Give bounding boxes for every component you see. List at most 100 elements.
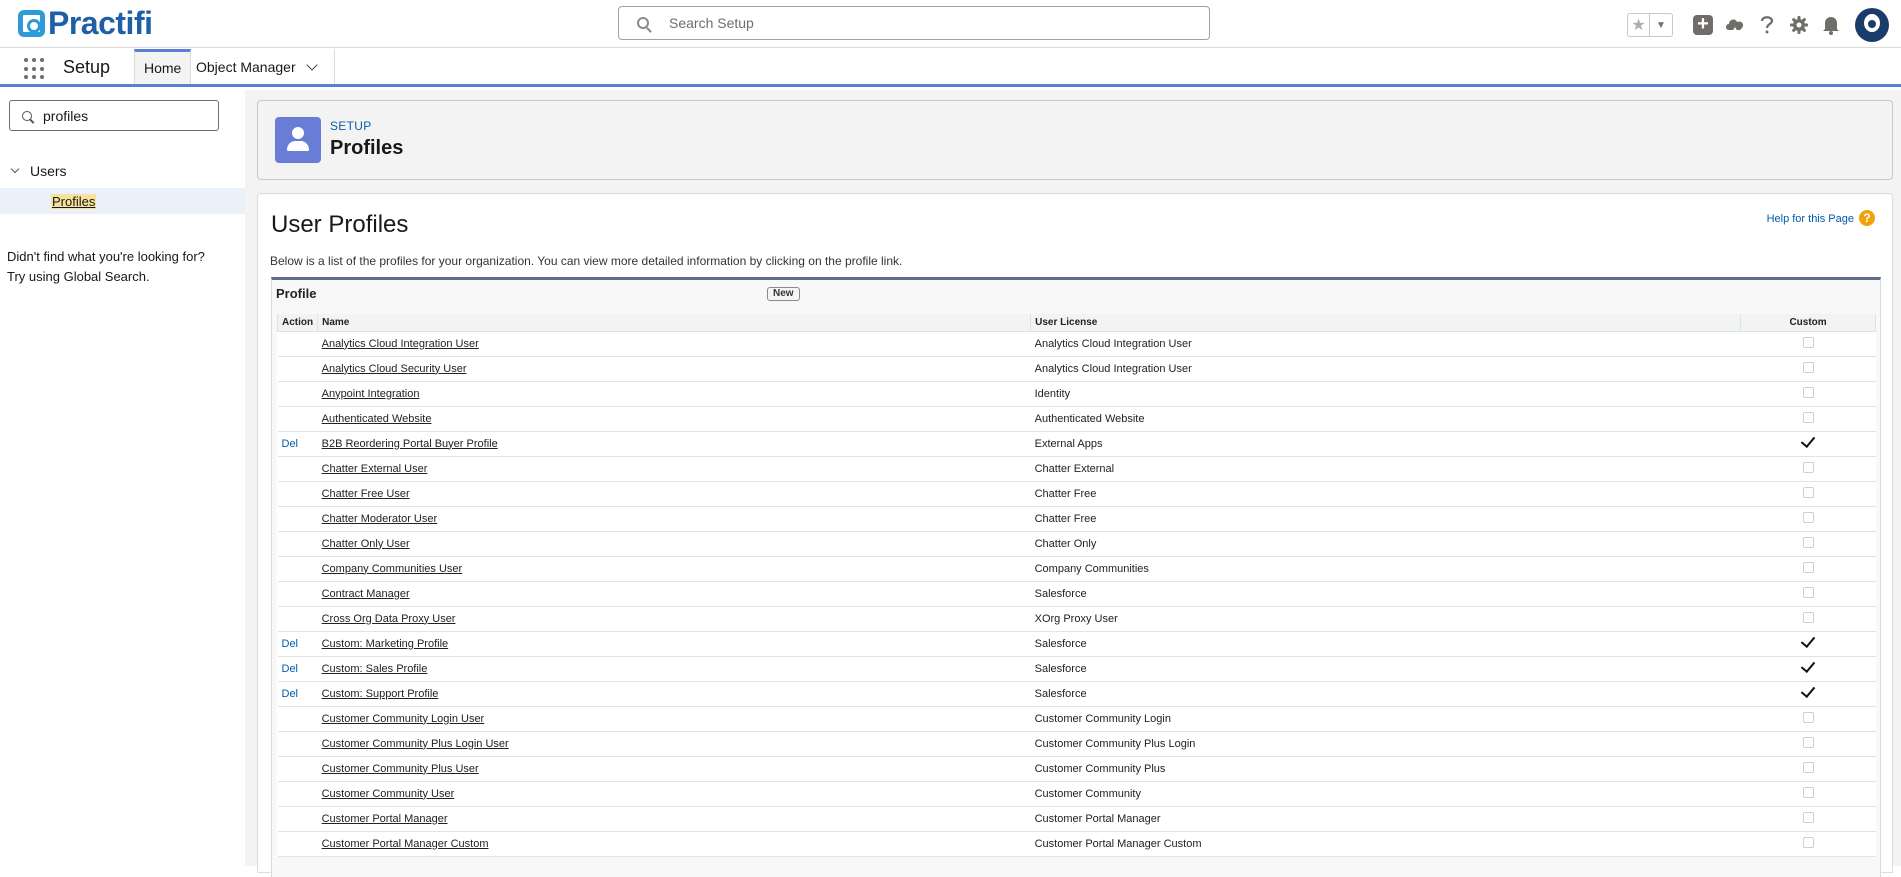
profile-name-link[interactable]: Chatter Only User bbox=[322, 538, 410, 550]
tab-object-manager[interactable]: Object Manager bbox=[187, 49, 335, 84]
delete-link[interactable]: Del bbox=[282, 638, 299, 650]
table-row: Del B2B Reordering Portal Buyer Profile Ex… bbox=[277, 431, 1876, 457]
profile-name-link[interactable]: Analytics Cloud Security User bbox=[322, 363, 467, 375]
page-title: Profiles bbox=[330, 137, 404, 159]
delete-link[interactable]: Del bbox=[282, 438, 299, 450]
action-cell bbox=[277, 356, 318, 382]
checkmark-icon bbox=[1800, 682, 1816, 698]
setup-button[interactable] bbox=[1783, 9, 1815, 41]
trailhead-button[interactable] bbox=[1719, 9, 1751, 41]
profile-name-link[interactable]: Customer Portal Manager Custom bbox=[322, 838, 489, 850]
user-license-cell: Customer Portal Manager bbox=[1030, 806, 1741, 832]
global-search-input[interactable] bbox=[669, 15, 1169, 31]
profile-name-link[interactable]: Company Communities User bbox=[322, 563, 463, 575]
checkmark-icon bbox=[1800, 432, 1816, 448]
sidebar-item-profiles[interactable]: Profiles bbox=[0, 188, 245, 214]
user-license-cell: Chatter Free bbox=[1030, 481, 1741, 507]
unchecked-checkbox bbox=[1802, 486, 1814, 498]
delete-link[interactable]: Del bbox=[282, 688, 299, 700]
sidebar-group-users[interactable]: Users bbox=[10, 163, 67, 179]
profile-name-link[interactable]: Customer Community User bbox=[322, 788, 455, 800]
practifi-logo-icon bbox=[18, 9, 45, 37]
name-cell: Customer Community Login User bbox=[317, 706, 1031, 732]
not-found-hint: Didn't find what you're looking for? Try… bbox=[7, 247, 237, 287]
chevron-down-icon[interactable] bbox=[305, 58, 318, 71]
profile-name-link[interactable]: Customer Community Login User bbox=[322, 713, 485, 725]
name-cell: Analytics Cloud Integration User bbox=[317, 331, 1031, 357]
user-license-cell: Customer Community Plus Login bbox=[1030, 731, 1741, 757]
profile-name-link[interactable]: Contract Manager bbox=[322, 588, 410, 600]
profiles-table-body: Analytics Cloud Integration User Analytic… bbox=[277, 331, 1876, 857]
user-license-cell: Salesforce bbox=[1030, 631, 1741, 657]
quick-find-input[interactable] bbox=[43, 107, 213, 124]
help-for-page-link[interactable]: Help for this Page bbox=[1767, 213, 1854, 225]
new-profile-button[interactable]: New bbox=[767, 287, 800, 301]
custom-cell bbox=[1740, 656, 1876, 682]
avatar[interactable] bbox=[1855, 8, 1889, 42]
name-cell: Customer Community Plus Login User bbox=[317, 731, 1031, 757]
global-actions-button[interactable]: + bbox=[1687, 9, 1719, 41]
table-row: Del Custom: Marketing Profile Salesforce bbox=[277, 631, 1876, 657]
sidebar-item-profiles-label[interactable]: Profiles bbox=[51, 193, 97, 209]
profile-name-link[interactable]: Analytics Cloud Integration User bbox=[322, 338, 479, 350]
delete-link[interactable]: Del bbox=[282, 663, 299, 675]
profile-name-link[interactable]: Chatter External User bbox=[322, 463, 428, 475]
profile-name-link[interactable]: Custom: Marketing Profile bbox=[322, 638, 449, 650]
column-header-license[interactable]: User License bbox=[1030, 314, 1742, 332]
profile-name-link[interactable]: B2B Reordering Portal Buyer Profile bbox=[322, 438, 498, 450]
action-cell bbox=[277, 781, 318, 807]
table-row: Customer Portal Manager Custom Customer P… bbox=[277, 831, 1876, 857]
user-license-cell: Analytics Cloud Integration User bbox=[1030, 331, 1741, 357]
practifi-logo[interactable]: Practifi bbox=[18, 7, 153, 39]
unchecked-checkbox bbox=[1802, 411, 1814, 423]
user-license-cell: Chatter Free bbox=[1030, 506, 1741, 532]
intro-text: Below is a list of the profiles for your… bbox=[270, 254, 903, 268]
name-cell: Customer Community User bbox=[317, 781, 1031, 807]
cloud-icon bbox=[1726, 19, 1744, 32]
plus-icon: + bbox=[1693, 14, 1713, 35]
custom-cell bbox=[1740, 756, 1876, 782]
table-row: Customer Community Plus User Customer Com… bbox=[277, 756, 1876, 782]
notifications-button[interactable] bbox=[1815, 9, 1847, 41]
table-row: Customer Community Login User Customer Co… bbox=[277, 706, 1876, 732]
profile-name-link[interactable]: Anypoint Integration bbox=[322, 388, 420, 400]
setup-page-header: SETUP Profiles bbox=[257, 100, 1893, 180]
custom-cell bbox=[1740, 506, 1876, 532]
custom-cell bbox=[1740, 706, 1876, 732]
action-cell bbox=[277, 531, 318, 557]
table-row: Customer Portal Manager Customer Portal M… bbox=[277, 806, 1876, 832]
column-header-custom[interactable]: Custom bbox=[1740, 314, 1876, 332]
table-header-row: Action Name User License Custom bbox=[276, 314, 1876, 332]
profile-name-link[interactable]: Chatter Free User bbox=[322, 488, 410, 500]
user-license-cell: Analytics Cloud Integration User bbox=[1030, 356, 1741, 382]
column-header-name[interactable]: Name bbox=[317, 314, 1032, 332]
name-cell: Company Communities User bbox=[317, 556, 1031, 582]
profile-name-link[interactable]: Cross Org Data Proxy User bbox=[322, 613, 456, 625]
profile-name-link[interactable]: Chatter Moderator User bbox=[322, 513, 438, 525]
table-row: Authenticated Website Authenticated Websi… bbox=[277, 406, 1876, 432]
user-license-cell: Authenticated Website bbox=[1030, 406, 1741, 432]
help-icon[interactable]: ? bbox=[1859, 210, 1875, 226]
global-search[interactable] bbox=[618, 6, 1210, 40]
app-launcher-icon[interactable] bbox=[24, 58, 46, 80]
tab-home[interactable]: Home bbox=[134, 49, 192, 84]
unchecked-checkbox bbox=[1802, 586, 1814, 598]
help-button[interactable] bbox=[1751, 9, 1783, 41]
profile-name-link[interactable]: Custom: Support Profile bbox=[322, 688, 439, 700]
action-cell: Del bbox=[277, 431, 318, 457]
user-license-cell: Chatter External bbox=[1030, 456, 1741, 482]
unchecked-checkbox bbox=[1802, 361, 1814, 373]
custom-cell bbox=[1740, 631, 1876, 657]
custom-cell bbox=[1740, 481, 1876, 507]
star-icon[interactable]: ★ bbox=[1628, 14, 1650, 36]
quick-find[interactable] bbox=[9, 100, 219, 131]
profile-name-link[interactable]: Customer Portal Manager bbox=[322, 813, 448, 825]
profile-name-link[interactable]: Customer Community Plus Login User bbox=[322, 738, 509, 750]
action-cell bbox=[277, 481, 318, 507]
chevron-down-icon[interactable]: ▼ bbox=[1650, 14, 1672, 36]
name-cell: Custom: Support Profile bbox=[317, 681, 1031, 707]
profile-name-link[interactable]: Custom: Sales Profile bbox=[322, 663, 428, 675]
profile-name-link[interactable]: Customer Community Plus User bbox=[322, 763, 479, 775]
profile-name-link[interactable]: Authenticated Website bbox=[322, 413, 432, 425]
name-cell: Chatter Only User bbox=[317, 531, 1031, 557]
